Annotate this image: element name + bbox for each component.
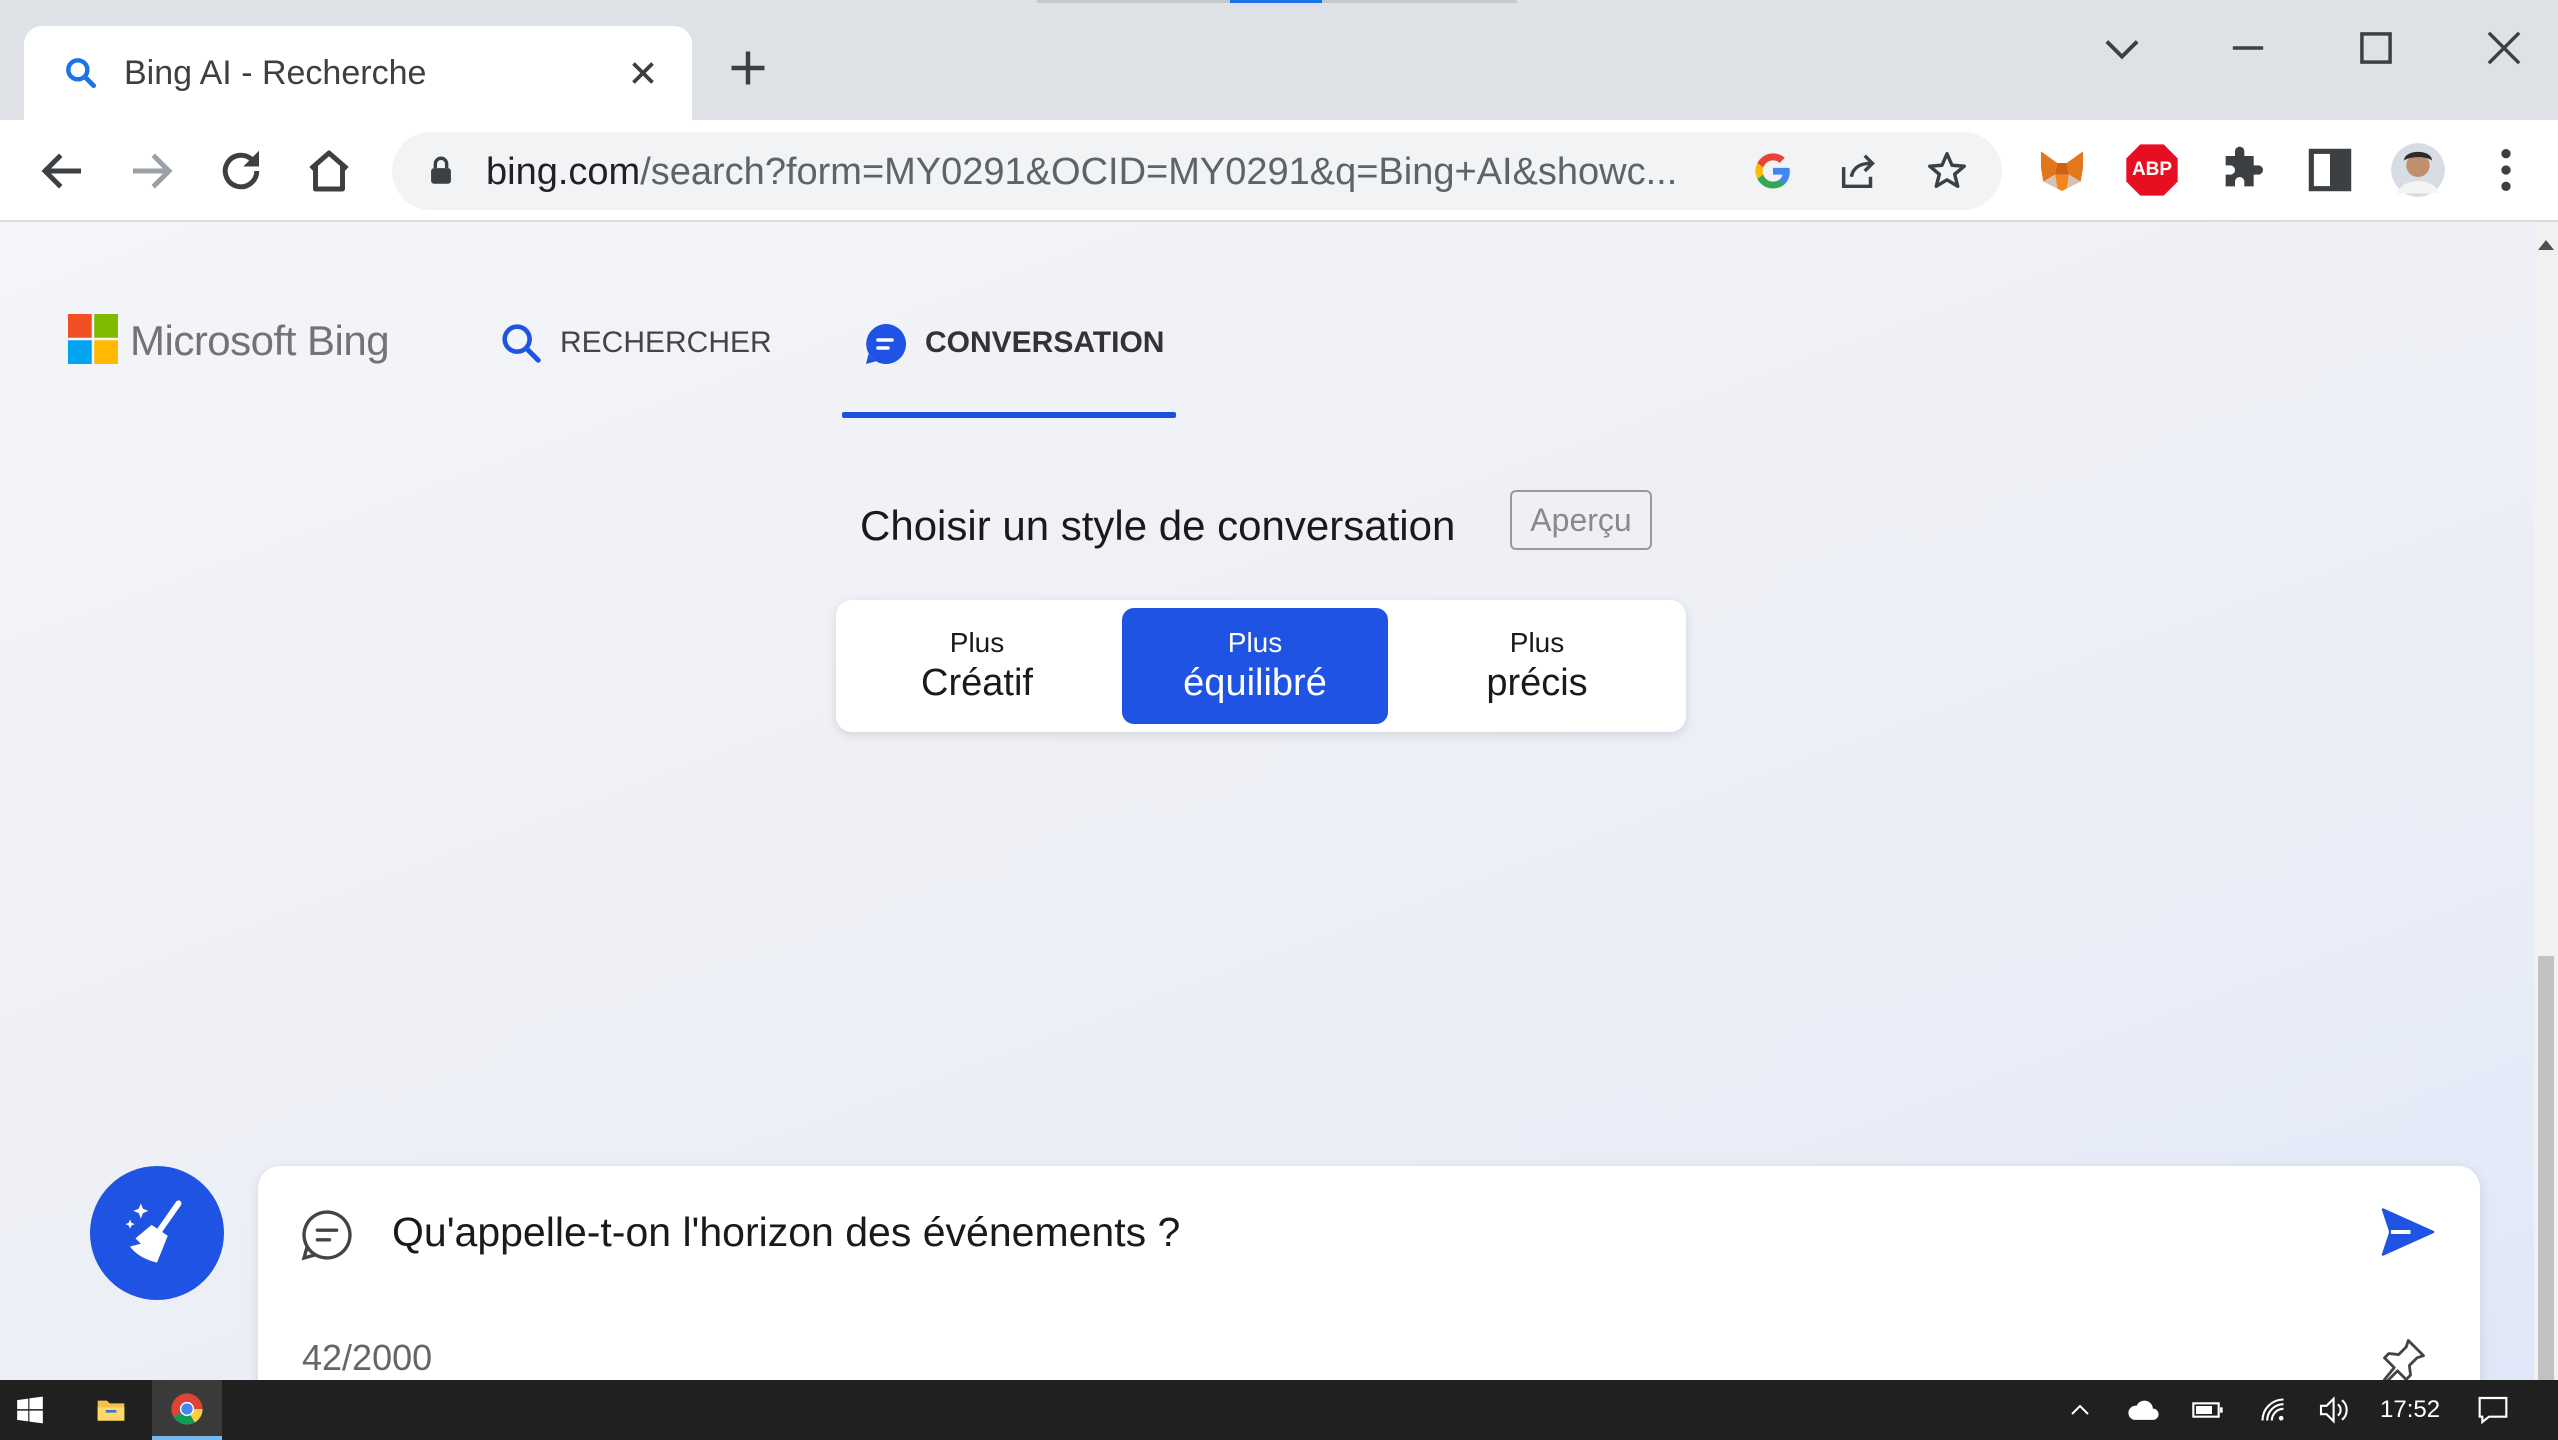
chat-input-box[interactable]: Qu'appelle-t-on l'horizon des événements… — [258, 1166, 2480, 1380]
style-heading: Choisir un style de conversation — [860, 502, 1456, 549]
page-scrollbar[interactable] — [2534, 222, 2558, 1380]
battery-icon[interactable] — [2192, 1398, 2224, 1422]
style-option-creative[interactable]: Plus Créatif — [844, 608, 1110, 724]
microsoft-logo-icon — [68, 314, 118, 364]
tab-search-chevron-icon[interactable] — [2096, 22, 2148, 74]
chrome-icon — [171, 1393, 203, 1425]
style-option-prefix: Plus — [1509, 627, 1565, 658]
style-option-balanced[interactable]: Plus équilibré — [1122, 608, 1388, 724]
url-domain: bing.com — [486, 151, 641, 193]
search-icon — [66, 58, 97, 89]
style-option-label: Créatif — [921, 662, 1033, 704]
browser-tab-active[interactable]: Bing AI - Recherche — [24, 26, 692, 120]
back-arrow-icon[interactable] — [36, 144, 90, 198]
new-topic-button[interactable] — [90, 1166, 224, 1300]
extensions-puzzle-icon[interactable] — [2214, 142, 2270, 198]
browser-toolbar: bing.com/search?form=MY0291&OCID=MY0291&… — [0, 120, 2558, 222]
style-option-precise[interactable]: Plus précis — [1404, 608, 1670, 724]
side-panel-icon[interactable] — [2302, 142, 2358, 198]
close-icon[interactable] — [624, 54, 662, 92]
forward-arrow-icon[interactable] — [124, 144, 178, 198]
pin-icon[interactable] — [2378, 1334, 2430, 1380]
lock-icon[interactable] — [424, 154, 458, 188]
share-icon[interactable] — [1836, 148, 1882, 194]
windows-start-icon[interactable] — [16, 1396, 44, 1424]
active-tab-underline — [842, 412, 1176, 418]
taskbar-clock[interactable]: 17:52 — [2380, 1394, 2440, 1426]
nav-chat-label: CONVERSATION — [925, 326, 1165, 359]
new-tab-icon[interactable] — [726, 46, 770, 90]
bookmark-star-icon[interactable] — [1924, 148, 1970, 194]
home-icon[interactable] — [302, 144, 356, 198]
google-lens-icon[interactable] — [1752, 150, 1794, 192]
conversation-style-selector: Plus Créatif Plus équilibré Plus précis — [836, 600, 1686, 732]
maximize-icon[interactable] — [2350, 22, 2402, 74]
chat-query-text[interactable]: Qu'appelle-t-on l'horizon des événements… — [392, 1206, 1180, 1258]
notification-center-icon[interactable] — [2476, 1394, 2510, 1426]
metamask-fox-icon[interactable] — [2034, 142, 2090, 198]
file-explorer-icon[interactable] — [94, 1394, 128, 1426]
chat-outline-icon — [301, 1210, 352, 1261]
style-option-label: précis — [1486, 662, 1588, 704]
volume-icon[interactable] — [2318, 1396, 2352, 1424]
scroll-up-arrow-icon[interactable] — [2538, 240, 2554, 250]
tray-chevron-up-icon[interactable] — [2068, 1398, 2092, 1422]
titlebar-edge-accent — [1230, 0, 1322, 3]
chat-bubble-icon — [866, 323, 907, 364]
style-option-label: équilibré — [1183, 662, 1327, 704]
url-text[interactable]: bing.com/search?form=MY0291&OCID=MY0291&… — [486, 149, 1806, 195]
browser-titlebar: Bing AI - Recherche — [0, 0, 2558, 120]
broom-icon — [125, 1200, 182, 1263]
nav-chat-tab[interactable]: CONVERSATION — [842, 314, 1176, 418]
onedrive-cloud-icon[interactable] — [2126, 1396, 2160, 1424]
logo-text: Microsoft Bing — [130, 317, 390, 364]
reload-icon[interactable] — [214, 144, 268, 198]
char-counter: 42/2000 — [302, 1337, 433, 1378]
style-option-prefix: Plus — [1227, 627, 1283, 658]
adblock-label: ABP — [2131, 159, 2173, 180]
address-bar[interactable]: bing.com/search?form=MY0291&OCID=MY0291&… — [392, 132, 2002, 210]
style-option-prefix: Plus — [949, 627, 1005, 658]
profile-avatar-icon[interactable] — [2390, 142, 2446, 198]
send-icon[interactable] — [2376, 1202, 2440, 1262]
taskbar-chrome[interactable] — [152, 1380, 222, 1440]
windows-taskbar: 17:52 — [0, 1380, 2558, 1440]
nav-search-label: RECHERCHER — [560, 326, 772, 359]
minimize-icon[interactable] — [2222, 22, 2274, 74]
window-close-icon[interactable] — [2478, 22, 2530, 74]
preview-badge: Aperçu — [1510, 490, 1652, 550]
scrollbar-thumb[interactable] — [2538, 956, 2554, 1380]
browser-menu-dots-icon[interactable] — [2478, 142, 2534, 198]
adblock-plus-icon[interactable]: ABP — [2124, 142, 2180, 198]
tab-title: Bing AI - Recherche — [124, 54, 427, 92]
wifi-icon[interactable] — [2258, 1396, 2288, 1424]
bing-chat-page: Microsoft Bing RECHERCHER CONVERSATION C… — [0, 222, 2534, 1380]
search-icon — [502, 324, 541, 363]
url-path: /search?form=MY0291&OCID=MY0291&q=Bing+A… — [640, 151, 1678, 193]
